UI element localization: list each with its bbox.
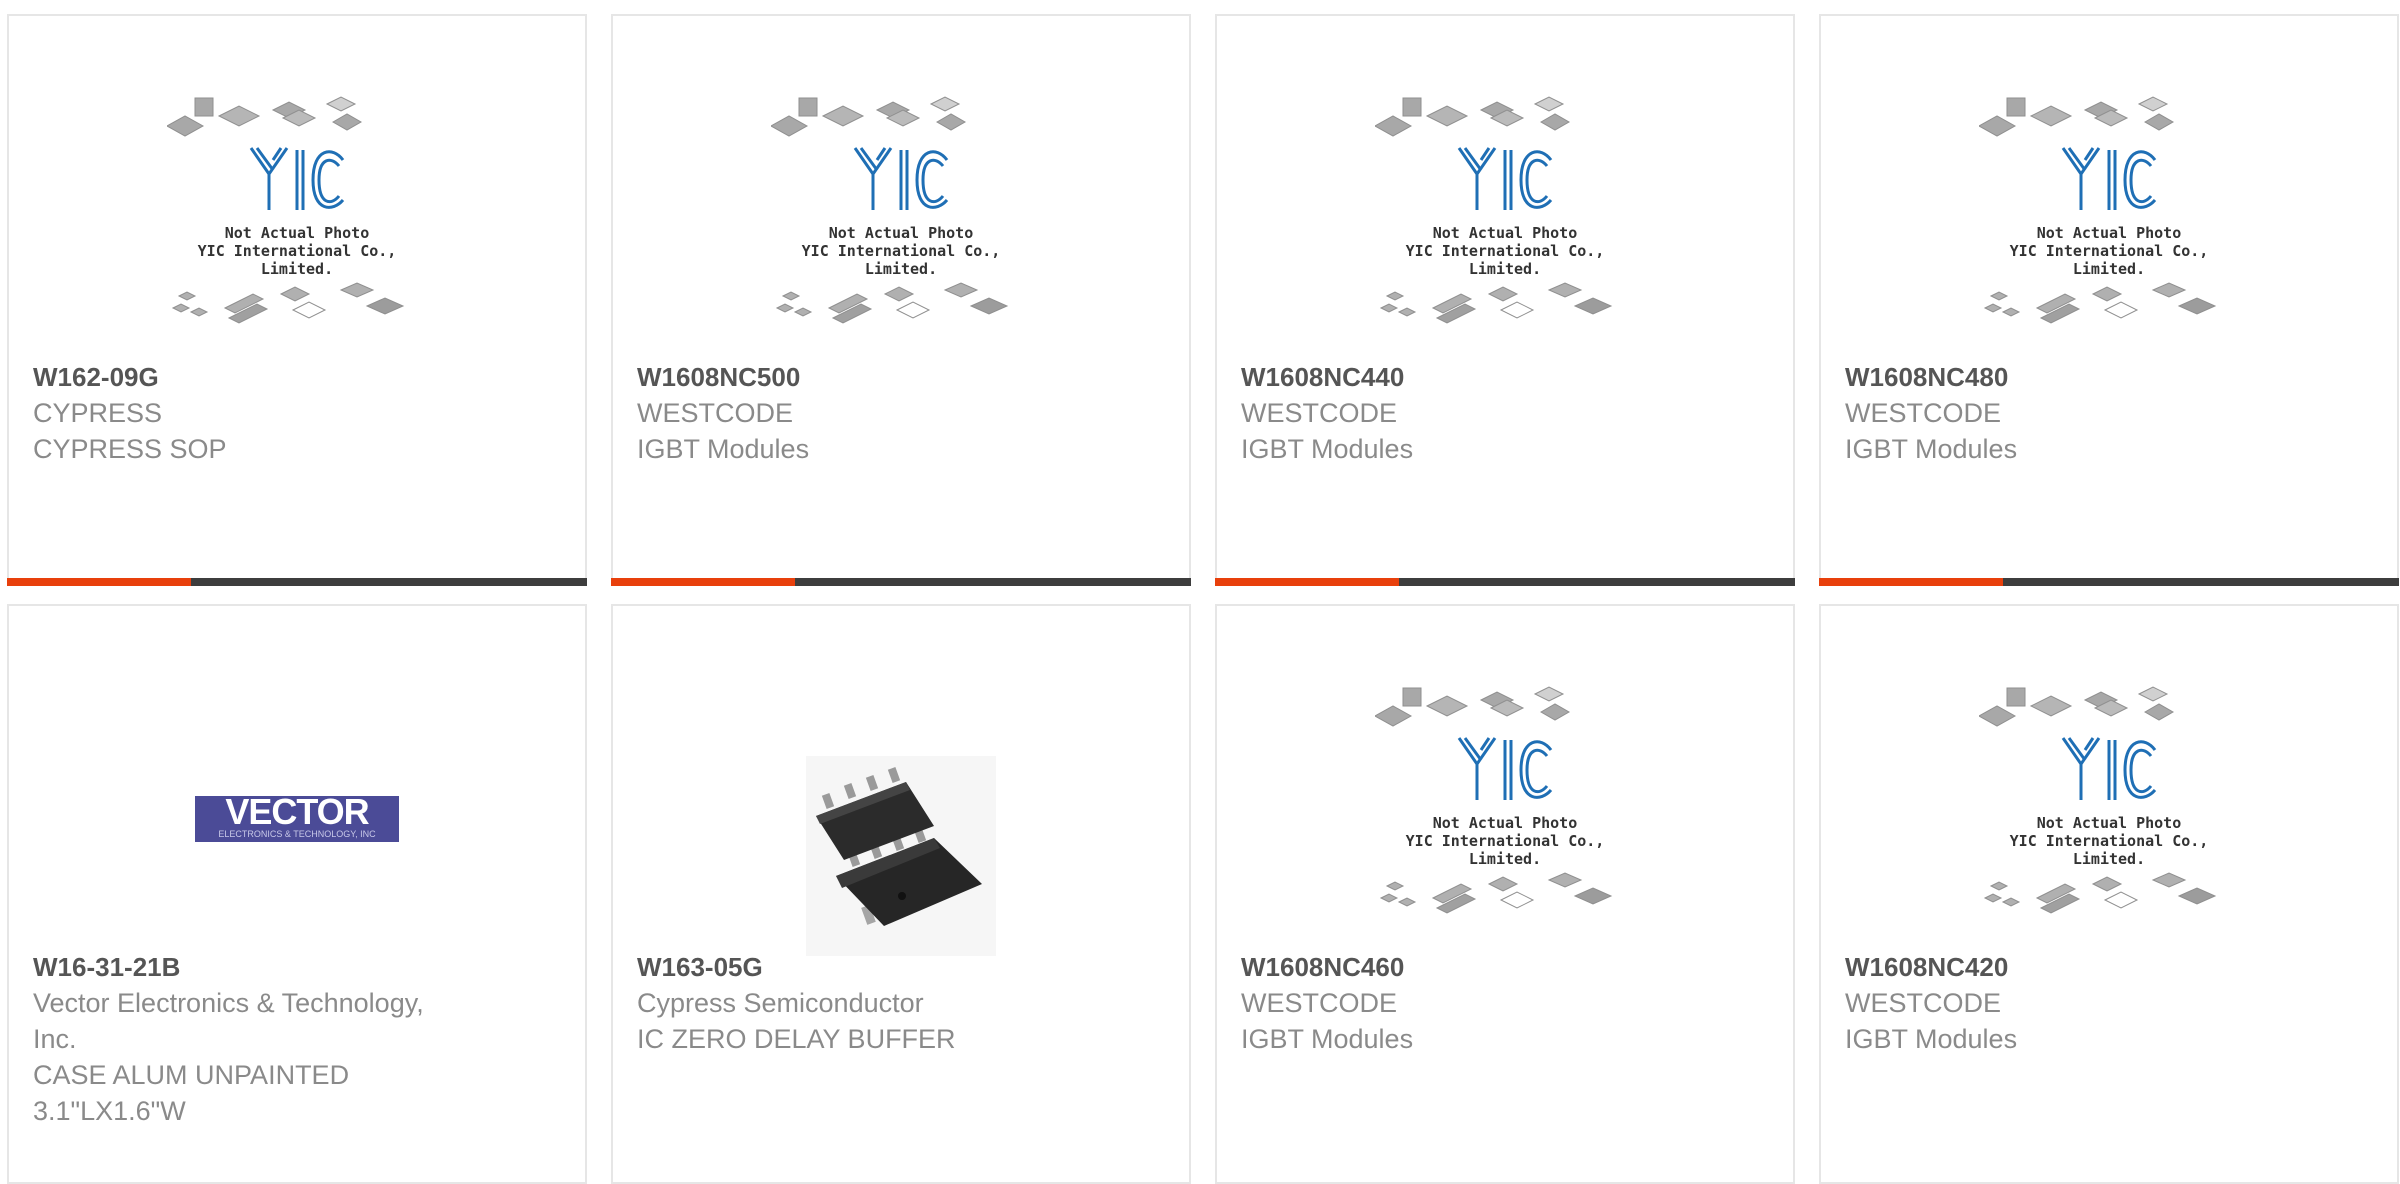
- manufacturer: WESTCODE: [637, 398, 794, 428]
- sop8-chip-photo[interactable]: [806, 756, 996, 956]
- card-bottom-bar: [1215, 578, 1795, 586]
- chip-icons: [1979, 96, 2175, 137]
- product-card[interactable]: W163-05G Cypress Semiconductor IC ZERO D…: [611, 604, 1191, 1184]
- manufacturer: WESTCODE: [1241, 988, 1398, 1018]
- card-bottom-bar: [7, 578, 587, 586]
- manufacturer: Vector Electronics & Technology, Inc.: [33, 988, 424, 1054]
- description: IGBT Modules: [1241, 434, 1414, 464]
- product-card[interactable]: Not Actual Photo YIC International Co., …: [1215, 14, 1795, 586]
- chip-icons: [171, 282, 405, 324]
- product-card[interactable]: Not Actual Photo YIC International Co., …: [611, 14, 1191, 586]
- manufacturer: CYPRESS: [33, 398, 163, 428]
- card-bottom-bar: [611, 578, 1191, 586]
- description: IGBT Modules: [1241, 1024, 1414, 1054]
- card-accent: [1819, 578, 2003, 586]
- chip-icons: [1379, 872, 1613, 914]
- manufacturer: WESTCODE: [1845, 988, 2002, 1018]
- product-card[interactable]: Not Actual Photo YIC International Co., …: [1215, 604, 1795, 1184]
- product-card[interactable]: Not Actual Photo YIC International Co., …: [1819, 604, 2399, 1184]
- chip-icons: [775, 282, 1009, 324]
- yic-logo: [853, 147, 949, 210]
- part-number-link[interactable]: W1608NC480: [1845, 359, 2373, 395]
- chip-icons: [1983, 872, 2217, 914]
- chip-icons: [1375, 686, 1571, 727]
- chip-icons: [167, 96, 363, 137]
- chip-icons: [771, 96, 967, 137]
- yic-logo: [2061, 737, 2157, 800]
- placeholder-caption: Not Actual Photo YIC International Co., …: [801, 224, 1001, 278]
- description: IGBT Modules: [637, 434, 810, 464]
- description: IC ZERO DELAY BUFFER: [637, 1024, 956, 1054]
- placeholder-caption: Not Actual Photo YIC International Co., …: [1405, 224, 1605, 278]
- manufacturer: WESTCODE: [1241, 398, 1398, 428]
- yic-logo: [1457, 147, 1553, 210]
- placeholder-caption: Not Actual Photo YIC International Co., …: [2009, 814, 2209, 868]
- description: CASE ALUM UNPAINTED 3.1"LX1.6"W: [33, 1060, 350, 1126]
- description: CYPRESS SOP: [33, 434, 227, 464]
- part-number-link[interactable]: W1608NC460: [1241, 949, 1769, 985]
- chip-icons: [1983, 282, 2217, 324]
- manufacturer: Cypress Semiconductor: [637, 988, 924, 1018]
- placeholder-caption: Not Actual Photo YIC International Co., …: [1405, 814, 1605, 868]
- card-accent: [7, 578, 191, 586]
- description: IGBT Modules: [1845, 434, 2018, 464]
- part-number-link[interactable]: W162-09G: [33, 359, 561, 395]
- yic-logo: [2061, 147, 2157, 210]
- not-actual-photo-image[interactable]: Not Actual Photo YIC International Co., …: [1979, 96, 2239, 336]
- vector-electronics-logo[interactable]: VECTOR ELECTRONICS & TECHNOLOGY, INC: [195, 794, 399, 842]
- part-number-link[interactable]: W1608NC440: [1241, 359, 1769, 395]
- not-actual-photo-image[interactable]: Not Actual Photo YIC International Co., …: [1979, 686, 2239, 926]
- not-actual-photo-image[interactable]: Not Actual Photo YIC International Co., …: [1375, 96, 1635, 336]
- part-number-link[interactable]: W163-05G: [637, 949, 1165, 985]
- card-bottom-bar: [1819, 578, 2399, 586]
- part-number-link[interactable]: W1608NC500: [637, 359, 1165, 395]
- product-card[interactable]: VECTOR ELECTRONICS & TECHNOLOGY, INC W16…: [7, 604, 587, 1184]
- placeholder-caption: Not Actual Photo YIC International Co., …: [197, 224, 397, 278]
- yic-logo: [1457, 737, 1553, 800]
- product-card[interactable]: Not Actual Photo YIC International Co., …: [1819, 14, 2399, 586]
- manufacturer: WESTCODE: [1845, 398, 2002, 428]
- not-actual-photo-image[interactable]: Not Actual Photo YIC International Co., …: [167, 96, 427, 336]
- description: IGBT Modules: [1845, 1024, 2018, 1054]
- part-number-link[interactable]: W1608NC420: [1845, 949, 2373, 985]
- placeholder-caption: Not Actual Photo YIC International Co., …: [2009, 224, 2209, 278]
- part-number-link[interactable]: W16-31-21B: [33, 949, 561, 985]
- card-accent: [1215, 578, 1399, 586]
- chip-icon: [816, 767, 982, 926]
- chip-icons: [1375, 96, 1571, 137]
- chip-icons: [1379, 282, 1613, 324]
- not-actual-photo-image[interactable]: Not Actual Photo YIC International Co., …: [771, 96, 1031, 336]
- chip-icons: [1979, 686, 2175, 727]
- product-card[interactable]: Not Actual Photo YIC International Co., …: [7, 14, 587, 586]
- card-accent: [611, 578, 795, 586]
- not-actual-photo-image[interactable]: Not Actual Photo YIC International Co., …: [1375, 686, 1635, 926]
- yic-logo: [249, 147, 345, 210]
